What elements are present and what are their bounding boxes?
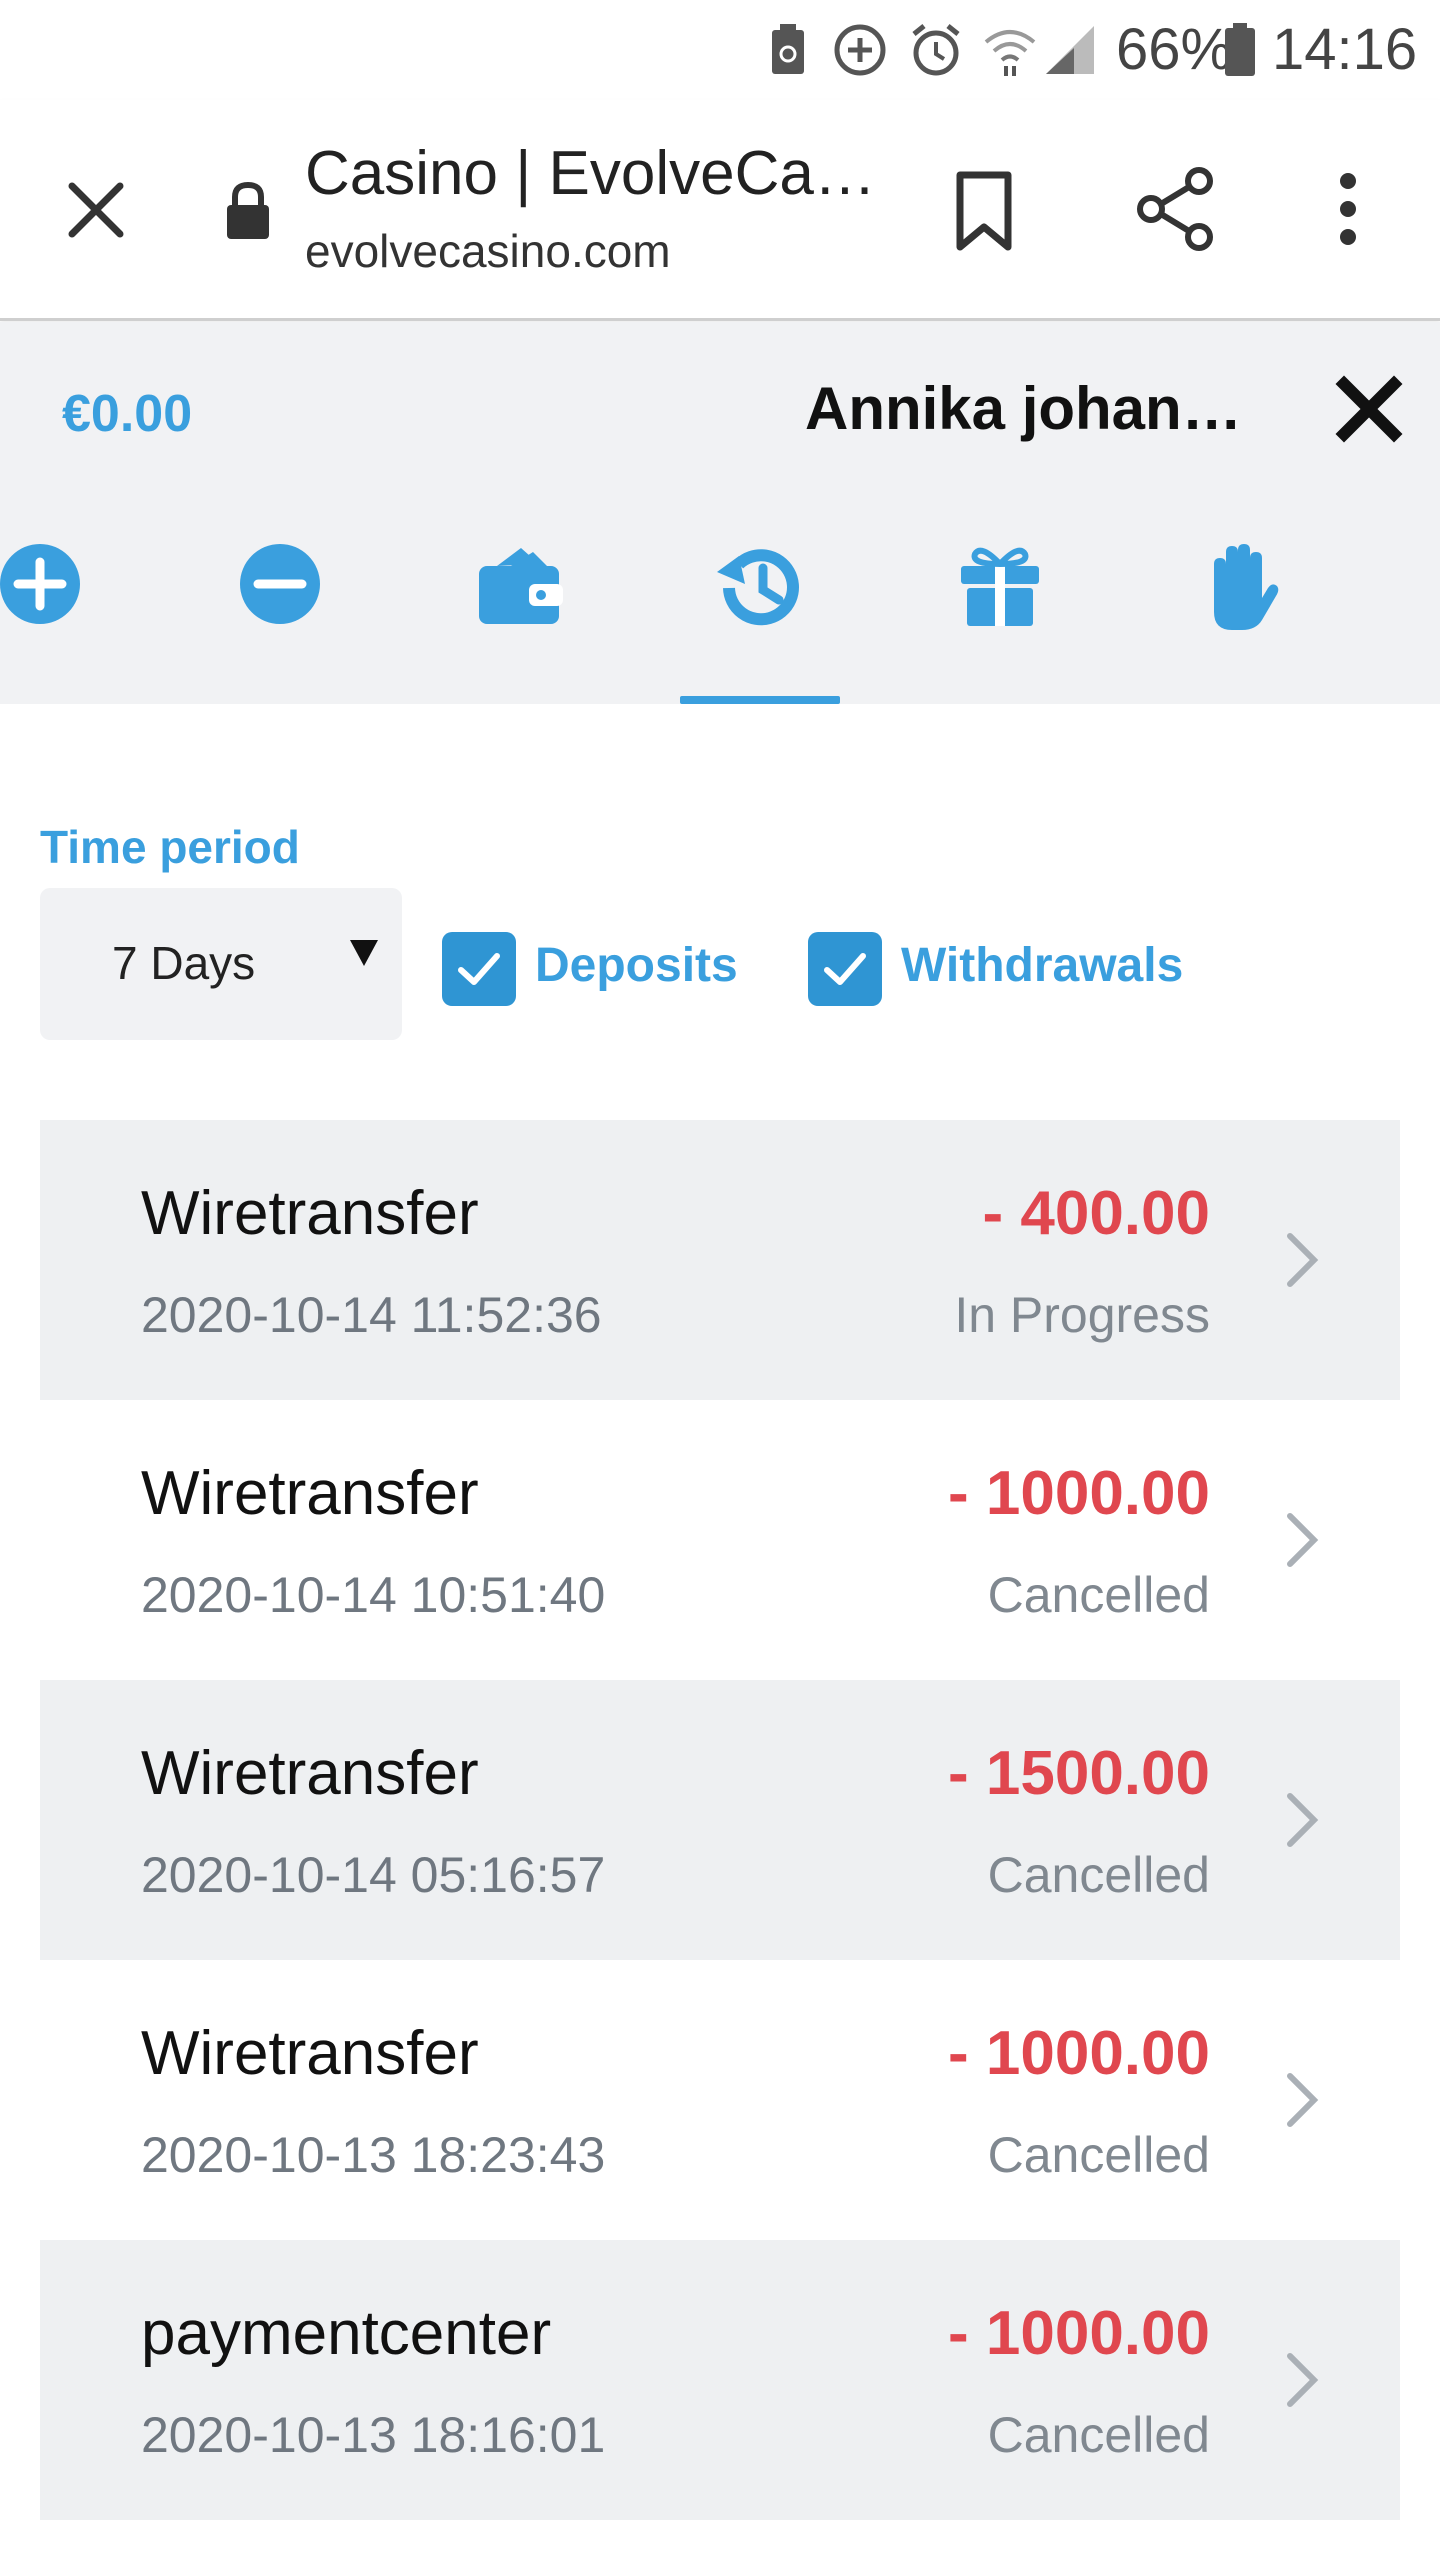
lock-icon: [218, 176, 278, 246]
history-icon: [717, 549, 799, 626]
checkmark-icon: [458, 953, 500, 985]
transaction-amount: - 1000.00: [948, 2019, 1210, 2088]
dropdown-caret-icon: [350, 940, 378, 966]
more-vert-icon[interactable]: [1318, 164, 1378, 254]
transaction-status: In Progress: [954, 1287, 1210, 1343]
bookmark-icon[interactable]: [944, 166, 1024, 256]
transaction-date: 2020-10-14 10:51:40: [141, 1567, 606, 1623]
deposits-checkbox[interactable]: [442, 932, 516, 1006]
transaction-row[interactable]: Wiretransfer 2020-10-14 11:52:36 - 400.0…: [40, 1120, 1400, 1400]
transaction-list: Wiretransfer 2020-10-14 11:52:36 - 400.0…: [40, 1120, 1400, 2520]
tab-deposit[interactable]: [0, 542, 120, 704]
transaction-amount: - 1000.00: [948, 2299, 1210, 2368]
battery-percent: 66%: [1116, 17, 1233, 82]
browser-toolbar: Casino | EvolveCa… evolvecasino.com: [0, 100, 1440, 321]
tab-bonuses[interactable]: [920, 542, 1080, 704]
status-bar: 66% 14:16: [0, 0, 1440, 100]
chevron-right-icon: [1287, 1233, 1319, 1287]
transaction-date: 2020-10-14 11:52:36: [141, 1287, 602, 1343]
chevron-right-icon: [1287, 2073, 1319, 2127]
transaction-row[interactable]: paymentcenter 2020-10-13 18:16:01 - 1000…: [40, 2240, 1400, 2520]
hand-icon: [1214, 544, 1279, 630]
active-tab-indicator: [680, 696, 840, 704]
transaction-date: 2020-10-14 05:16:57: [141, 1847, 606, 1903]
tab-history[interactable]: [680, 542, 840, 704]
transaction-row[interactable]: Wiretransfer 2020-10-14 05:16:57 - 1500.…: [40, 1680, 1400, 1960]
chevron-right-icon: [1287, 2353, 1319, 2407]
close-panel-icon[interactable]: [1334, 374, 1404, 444]
withdrawals-label[interactable]: Withdrawals: [901, 938, 1183, 993]
page-url[interactable]: evolvecasino.com: [305, 224, 671, 278]
chevron-right-icon: [1287, 1793, 1319, 1847]
transaction-amount: - 1000.00: [948, 1459, 1210, 1528]
time-period-select[interactable]: 7 Days: [40, 888, 402, 1040]
transaction-method: Wiretransfer: [141, 2019, 479, 2088]
transaction-row[interactable]: Wiretransfer 2020-10-14 10:51:40 - 1000.…: [40, 1400, 1400, 1680]
transaction-method: Wiretransfer: [141, 1179, 479, 1248]
withdrawals-checkbox[interactable]: [808, 932, 882, 1006]
transaction-status: Cancelled: [987, 1847, 1210, 1903]
balance: €0.00: [62, 385, 193, 443]
plus-circle-icon: [0, 544, 80, 624]
transaction-method: Wiretransfer: [141, 1459, 479, 1528]
clock: 14:16: [1272, 17, 1418, 82]
transaction-method: Wiretransfer: [141, 1739, 479, 1808]
tab-withdraw[interactable]: [200, 542, 360, 704]
transaction-row[interactable]: Wiretransfer 2020-10-13 18:23:43 - 1000.…: [40, 1960, 1400, 2240]
chevron-right-icon: [1287, 1513, 1319, 1567]
time-period-value: 7 Days: [112, 937, 256, 989]
gift-icon: [961, 547, 1039, 626]
account-header: €0.00 Annika johan…: [0, 322, 1440, 704]
wifi-icon: [982, 22, 1038, 78]
battery-icon: [1224, 22, 1256, 78]
transaction-method: paymentcenter: [141, 2299, 552, 2368]
signal-icon: [1044, 22, 1096, 78]
data-saver-icon: [832, 22, 888, 78]
transaction-amount: - 1500.00: [948, 1739, 1210, 1808]
storage-icon: [770, 22, 806, 78]
minus-circle-icon: [240, 544, 320, 624]
page-title: Casino | EvolveCa…: [305, 139, 876, 208]
tab-wallet[interactable]: [440, 542, 600, 704]
transaction-status: Cancelled: [987, 2127, 1210, 2183]
transaction-amount: - 400.00: [982, 1179, 1210, 1248]
close-icon[interactable]: [56, 170, 136, 250]
time-period-label: Time period: [40, 821, 300, 873]
tab-responsible-gaming[interactable]: [1160, 542, 1320, 704]
wallet-icon: [479, 548, 563, 624]
share-icon[interactable]: [1130, 164, 1220, 254]
transaction-date: 2020-10-13 18:23:43: [141, 2127, 606, 2183]
username[interactable]: Annika johan…: [805, 374, 1242, 443]
checkmark-icon: [824, 953, 866, 985]
transaction-status: Cancelled: [987, 2407, 1210, 2463]
account-tabs: [0, 542, 1440, 704]
alarm-icon: [908, 22, 964, 78]
transaction-date: 2020-10-13 18:16:01: [141, 2407, 606, 2463]
deposits-label[interactable]: Deposits: [535, 938, 738, 993]
transaction-status: Cancelled: [987, 1567, 1210, 1623]
